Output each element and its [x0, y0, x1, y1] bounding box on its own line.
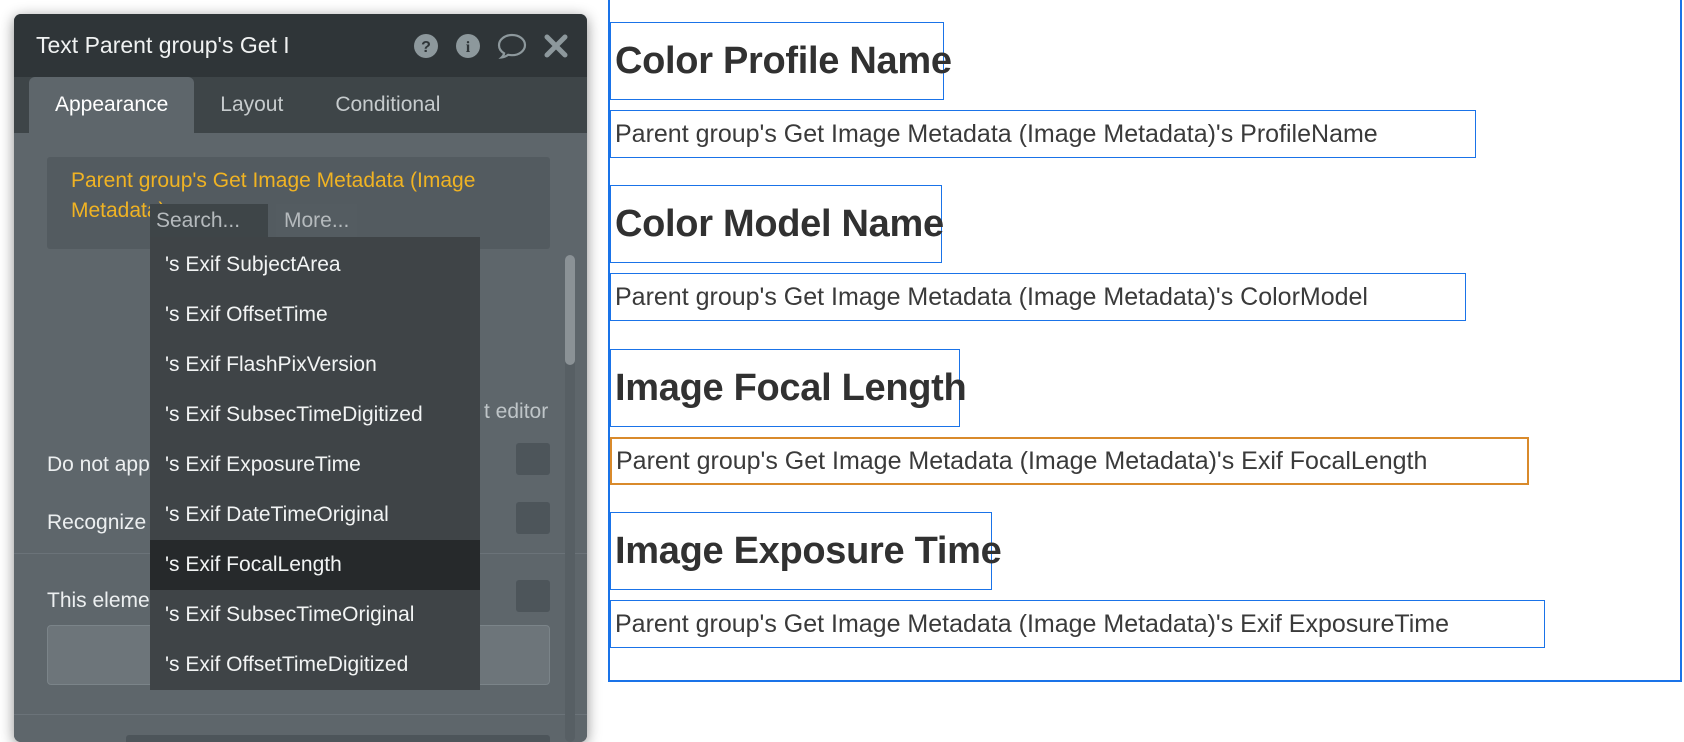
dialog-title: Text Parent group's Get I — [36, 32, 290, 58]
tab-conditional[interactable]: Conditional — [309, 77, 466, 133]
autocomplete-option[interactable]: 's Exif SubjectArea — [150, 240, 480, 290]
close-icon[interactable] — [543, 33, 569, 59]
expression-autocomplete[interactable]: More... 's Exif SubjectArea's Exif Offse… — [150, 204, 480, 690]
do-not-apply-label: Do not appl — [47, 453, 155, 476]
style-select[interactable]: Bo — [126, 735, 550, 742]
canvas-heading-text[interactable]: Color Profile Name — [610, 22, 952, 100]
autocomplete-option[interactable]: 's Exif OffsetTime — [150, 290, 480, 340]
divider-2 — [14, 714, 587, 715]
this-element-label: This elemen — [47, 589, 162, 612]
autocomplete-option[interactable]: 's Exif DateTimeOriginal — [150, 490, 480, 540]
svg-text:?: ? — [421, 39, 431, 56]
search-input[interactable] — [150, 204, 268, 237]
recognize-links-label: Recognize li — [47, 511, 162, 534]
dialog-scrollbar-track[interactable] — [565, 255, 575, 742]
dialog-scrollbar-thumb[interactable] — [565, 255, 575, 365]
editor-canvas[interactable]: Color Profile Name Parent group's Get Ima… — [608, 0, 1684, 742]
do-not-apply-checkbox[interactable] — [516, 443, 550, 475]
canvas-value-text[interactable]: Parent group's Get Image Metadata (Image… — [610, 437, 1529, 485]
canvas-value-text[interactable]: Parent group's Get Image Metadata (Image… — [610, 273, 1466, 321]
canvas-heading-text[interactable]: Image Exposure Time — [610, 512, 1002, 590]
tab-appearance[interactable]: Appearance — [29, 77, 195, 133]
autocomplete-option[interactable]: 's Exif SubsecTimeDigitized — [150, 390, 480, 440]
more-button[interactable]: More... — [276, 204, 358, 237]
canvas-heading-text[interactable]: Color Model Name — [610, 185, 944, 263]
autocomplete-option[interactable]: 's Exif OffsetTimeDigitized — [150, 640, 480, 690]
autocomplete-controls: More... — [150, 204, 480, 237]
svg-text:i: i — [466, 39, 471, 56]
this-element-checkbox[interactable] — [516, 580, 550, 612]
text-editor-hint: t editor — [484, 400, 549, 423]
dialog-title-icons: ? i — [413, 33, 569, 59]
help-icon[interactable]: ? — [413, 33, 439, 59]
canvas-heading-text[interactable]: Image Focal Length — [610, 349, 967, 427]
app-root: Color Profile Name Parent group's Get Ima… — [0, 0, 1684, 742]
dialog-tabbar: Appearance Layout Conditional — [14, 77, 587, 133]
autocomplete-option[interactable]: 's Exif FlashPixVersion — [150, 340, 480, 390]
dialog-titlebar: Text Parent group's Get I ? i — [14, 14, 587, 77]
tab-layout[interactable]: Layout — [194, 77, 309, 133]
canvas-value-text[interactable]: Parent group's Get Image Metadata (Image… — [610, 600, 1545, 648]
autocomplete-option-list[interactable]: 's Exif SubjectArea's Exif OffsetTime's … — [150, 237, 480, 690]
canvas-value-text[interactable]: Parent group's Get Image Metadata (Image… — [610, 110, 1476, 158]
autocomplete-option[interactable]: 's Exif SubsecTimeOriginal — [150, 590, 480, 640]
autocomplete-option[interactable]: 's Exif FocalLength — [150, 540, 480, 590]
recognize-links-checkbox[interactable] — [516, 502, 550, 534]
comment-icon[interactable] — [497, 33, 527, 59]
info-icon[interactable]: i — [455, 33, 481, 59]
autocomplete-option[interactable]: 's Exif ExposureTime — [150, 440, 480, 490]
